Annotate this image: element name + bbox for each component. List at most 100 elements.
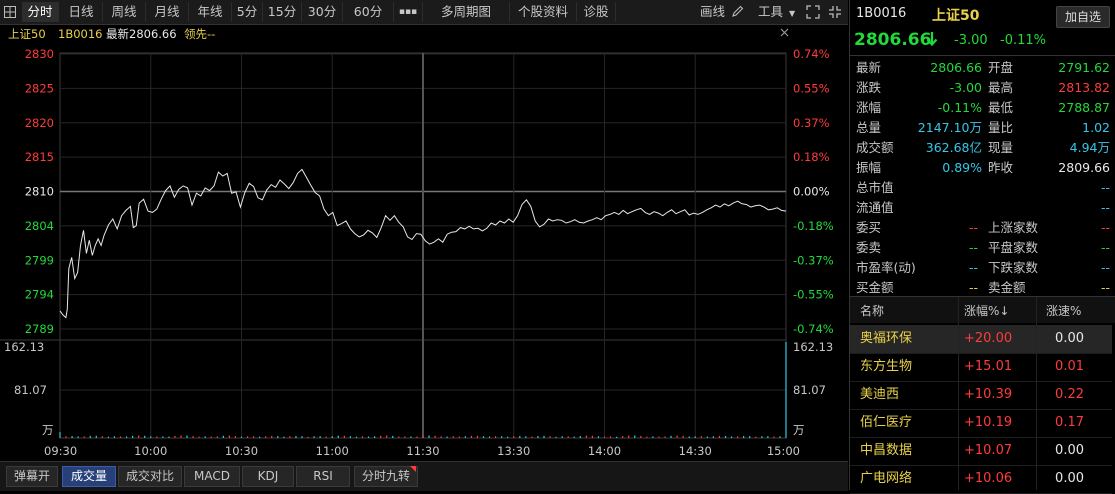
stock-row[interactable]: 东方生物 +15.01 0.01	[850, 353, 1112, 382]
quote-change: -3.00	[954, 33, 988, 48]
tab-daily[interactable]: 日线	[60, 2, 103, 22]
kdj-button[interactable]: KDJ	[242, 466, 294, 487]
time-axis: 09:30 10:00 10:30 11:00 11:30 13:30 14:00 14:30…	[44, 444, 800, 458]
stat-label: 最新	[856, 60, 882, 75]
header-speed[interactable]: 涨速%	[1046, 302, 1081, 319]
add-favorite-button[interactable]: 加自选	[1056, 6, 1110, 28]
stock-change-pct: +15.01	[964, 359, 1013, 374]
stat-value: --	[968, 260, 978, 275]
quote-row: 买金额 -- 卖金额 --	[850, 278, 1112, 298]
tab-more[interactable]: ▪▪▪	[394, 2, 423, 22]
time-tick: 14:00	[588, 444, 621, 458]
stock-list-header: 名称 涨幅%↓ 涨速%	[850, 297, 1115, 323]
tab-stock-profile[interactable]: 个股资料	[510, 2, 577, 22]
quote-row: 成交额 362.68亿 现量 4.94万	[850, 138, 1112, 158]
tab-diagnosis[interactable]: 诊股	[577, 2, 616, 22]
price-tick: 2820	[25, 116, 54, 130]
draw-line-button[interactable]: 画线	[700, 2, 744, 22]
stock-speed: 0.00	[1055, 331, 1084, 346]
quote-row: 市盈率(动) -- 下跌家数 --	[850, 258, 1112, 278]
tab-intraday[interactable]: 分时	[22, 2, 59, 22]
stat-label: 上涨家数	[988, 220, 1039, 235]
intraday-chart[interactable]: 上证50 1B0016 最新2806.66 领先-- 2830282528202…	[0, 24, 848, 461]
stat-label: 振幅	[856, 160, 882, 175]
percent-tick: -0.37%	[793, 253, 834, 267]
stat-value: 2809.66	[1058, 160, 1110, 175]
percent-axis: 0.74% 0.55% 0.37% 0.18% 0.00% -0.18% -0.37% -0.…	[793, 47, 834, 336]
tab-5min[interactable]: 5分	[232, 2, 263, 22]
stat-label: 流通值	[856, 200, 894, 215]
stock-name: 佰仁医疗	[860, 415, 913, 430]
stat-value: --	[1100, 280, 1110, 295]
stock-speed: 0.01	[1055, 359, 1084, 374]
volume-mid-right: 81.07	[793, 383, 826, 397]
price-axis: 2830 2825 2820 2815 2810 2804 2799 2794 2789	[25, 47, 54, 336]
stock-row[interactable]: 美迪西 +10.39 0.22	[850, 381, 1112, 410]
rsi-button[interactable]: RSI	[296, 466, 350, 487]
stock-row[interactable]: 奥福环保 +20.00 0.00	[850, 325, 1112, 354]
intraday-nine-turn-button[interactable]: 分时九转	[354, 466, 418, 487]
expand-icon[interactable]	[806, 5, 820, 25]
time-tick: 10:00	[134, 444, 167, 458]
chart-lead-label: 领先--	[184, 27, 215, 41]
tab-weekly[interactable]: 周线	[103, 2, 146, 22]
stock-row[interactable]: 中昌数据 +10.07 0.00	[850, 437, 1112, 466]
price-tick: 2830	[25, 47, 54, 61]
tab-multi-period[interactable]: 多周期图	[423, 2, 510, 22]
stock-change-pct: +10.19	[964, 415, 1013, 430]
percent-tick: -0.55%	[793, 288, 834, 302]
stock-name: 广电网络	[860, 471, 913, 486]
header-name[interactable]: 名称	[860, 302, 884, 319]
stat-value: --	[968, 220, 978, 235]
macd-button[interactable]: MACD	[184, 466, 240, 487]
column-divider	[958, 297, 959, 490]
stat-value: --	[1100, 260, 1110, 275]
volume-max-left: 162.13	[4, 340, 44, 354]
stat-label: 开盘	[988, 60, 1014, 75]
volume-unit-right: 万	[793, 423, 805, 437]
stat-value: 2147.10万	[917, 120, 982, 135]
quote-panel: 1B0016 上证50 加自选 2806.66 -3.00 -0.11% 最新 2…	[849, 0, 1115, 494]
stock-row[interactable]: 佰仁医疗 +10.19 0.17	[850, 409, 1112, 438]
quote-price: 2806.66	[854, 30, 932, 50]
stock-name: 中昌数据	[860, 443, 913, 458]
quote-code: 1B0016	[856, 6, 907, 21]
volume-compare-button[interactable]: 成交对比	[118, 466, 182, 487]
stat-value: --	[1100, 180, 1110, 195]
stat-label: 下跌家数	[988, 260, 1039, 275]
tab-yearly[interactable]: 年线	[189, 2, 232, 22]
quote-row: 涨幅 -0.11% 最低 2788.87	[850, 98, 1112, 118]
stock-change-pct: +20.00	[964, 331, 1013, 346]
price-tick: 2789	[25, 322, 54, 336]
volume-indicator-button[interactable]: 成交量	[62, 466, 116, 487]
tab-30min[interactable]: 30分	[302, 2, 343, 22]
stat-value: --	[968, 240, 978, 255]
stat-value: --	[968, 280, 978, 295]
tab-monthly[interactable]: 月线	[146, 2, 189, 22]
percent-tick: -0.18%	[793, 219, 834, 233]
quote-change-pct: -0.11%	[1000, 33, 1046, 48]
stat-value: 362.68亿	[925, 140, 982, 155]
header-change-pct[interactable]: 涨幅%↓	[964, 302, 1009, 319]
stat-value: --	[1100, 220, 1110, 235]
tab-60min[interactable]: 60分	[343, 2, 394, 22]
time-tick: 09:30	[44, 444, 77, 458]
column-divider	[1036, 297, 1037, 490]
stat-label: 昨收	[988, 160, 1014, 175]
quote-row: 总量 2147.10万 量比 1.02	[850, 118, 1112, 138]
tools-menu[interactable]: 工具 ▼	[758, 2, 795, 22]
collapse-icon[interactable]	[828, 5, 842, 25]
danmaku-toggle-button[interactable]: 弹幕开	[6, 466, 58, 487]
volume-axis: 162.13 162.13 81.07 81.07 万 万	[4, 340, 833, 437]
stock-name: 美迪西	[860, 387, 900, 402]
price-tick: 2810	[25, 185, 54, 199]
stat-value: 1.02	[1082, 120, 1110, 135]
chart-panel-icon[interactable]	[0, 0, 20, 24]
chart-grid	[0, 52, 787, 439]
price-tick: 2825	[25, 81, 54, 95]
tab-15min[interactable]: 15分	[263, 2, 302, 22]
stat-label: 最高	[988, 80, 1014, 95]
indicator-bar: 弹幕开 成交量 成交对比 MACD KDJ RSI 分时九转	[0, 461, 848, 491]
chart-close-icon[interactable]	[780, 28, 789, 37]
stat-label: 量比	[988, 120, 1014, 135]
